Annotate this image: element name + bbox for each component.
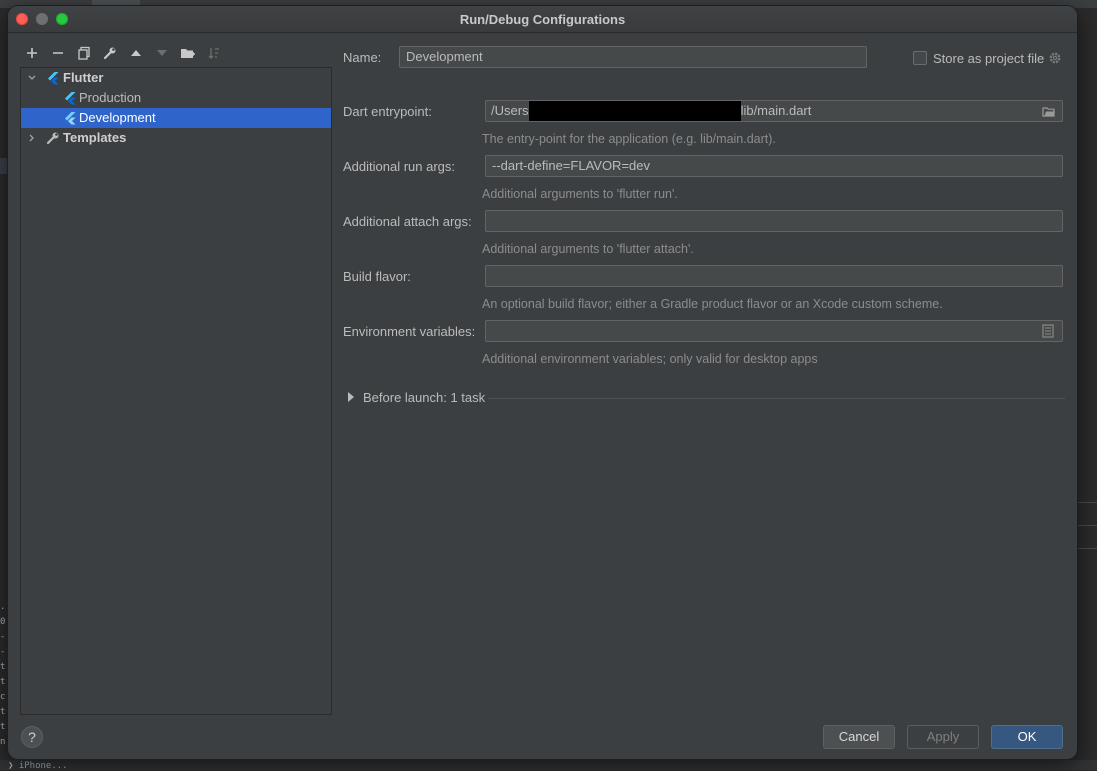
copy-icon[interactable]: [76, 46, 92, 62]
ide-background-statusbar: ❯ iPhone...: [0, 760, 1097, 771]
before-launch-label[interactable]: Before launch: 1 task: [363, 390, 485, 405]
environment-variables-hint: Additional environment variables; only v…: [482, 352, 818, 366]
run-args-hint: Additional arguments to 'flutter run'.: [482, 187, 678, 201]
tree-item-flutter[interactable]: Flutter: [21, 68, 331, 88]
build-flavor-hint: An optional build flavor; either a Gradl…: [482, 297, 943, 311]
dart-entrypoint-field[interactable]: /Users lib/main.dart: [485, 100, 1063, 122]
flutter-icon: [63, 91, 77, 105]
tree-item-label: Development: [79, 110, 156, 125]
gear-icon[interactable]: [1048, 51, 1062, 65]
dart-entrypoint-label: Dart entrypoint:: [343, 104, 432, 119]
cancel-button[interactable]: Cancel: [823, 725, 895, 749]
store-as-project-file-checkbox[interactable]: [913, 51, 927, 65]
attach-args-hint: Additional arguments to 'flutter attach'…: [482, 242, 694, 256]
tree-item-production[interactable]: Production: [21, 88, 331, 108]
folder-icon[interactable]: [180, 46, 196, 62]
wrench-icon[interactable]: [102, 46, 118, 62]
run-args-field[interactable]: --dart-define=FLAVOR=dev: [485, 155, 1063, 177]
configuration-tree: Flutter Production Development Templates: [20, 67, 332, 715]
build-flavor-label: Build flavor:: [343, 269, 411, 284]
run-debug-dialog: Run/Debug Configurations Flutter Product…: [8, 6, 1077, 759]
environment-variables-field[interactable]: [485, 320, 1063, 342]
flutter-icon: [46, 71, 60, 85]
edit-list-icon[interactable]: [1042, 324, 1056, 338]
environment-variables-label: Environment variables:: [343, 324, 476, 339]
entrypoint-hint: The entry-point for the application (e.g…: [482, 132, 776, 146]
ide-background-marker: [0, 158, 8, 174]
apply-button[interactable]: Apply: [907, 725, 979, 749]
store-as-project-file-label[interactable]: Store as project file: [933, 51, 1044, 66]
browse-folder-icon[interactable]: [1042, 104, 1056, 118]
ide-background-strip: [1078, 480, 1097, 570]
chevron-right-icon[interactable]: [26, 128, 38, 151]
title-bar[interactable]: Run/Debug Configurations: [8, 6, 1077, 33]
before-launch-section[interactable]: Before launch: 1 task: [343, 388, 1065, 408]
tree-item-label: Flutter: [63, 70, 104, 85]
remove-icon[interactable]: [50, 46, 66, 62]
ide-background-console: . 0 - - t t c t t n: [0, 602, 6, 747]
flutter-icon: [63, 111, 77, 125]
expand-triangle-icon[interactable]: [348, 392, 354, 402]
add-icon[interactable]: [24, 46, 40, 62]
redacted-path: [528, 101, 741, 121]
entrypoint-prefix: /Users: [491, 103, 529, 118]
window-title: Run/Debug Configurations: [459, 12, 626, 27]
tree-item-label: Production: [79, 90, 142, 105]
attach-args-label: Additional attach args:: [343, 214, 472, 229]
attach-args-field[interactable]: [485, 210, 1063, 232]
wrench-icon: [46, 131, 60, 145]
name-field[interactable]: Development: [399, 46, 867, 68]
separator-line: [488, 398, 1065, 399]
build-flavor-field[interactable]: [485, 265, 1063, 287]
tree-item-development[interactable]: Development: [21, 108, 331, 128]
entrypoint-suffix: lib/main.dart: [740, 103, 812, 118]
move-down-icon[interactable]: [154, 46, 170, 62]
help-button[interactable]: ?: [21, 726, 43, 748]
ok-button[interactable]: OK: [991, 725, 1063, 749]
sort-icon[interactable]: [206, 46, 222, 62]
name-label: Name:: [343, 50, 382, 65]
run-args-label: Additional run args:: [343, 159, 456, 174]
tree-item-templates[interactable]: Templates: [21, 128, 331, 148]
move-up-icon[interactable]: [128, 46, 144, 62]
tree-item-label: Templates: [63, 130, 127, 145]
